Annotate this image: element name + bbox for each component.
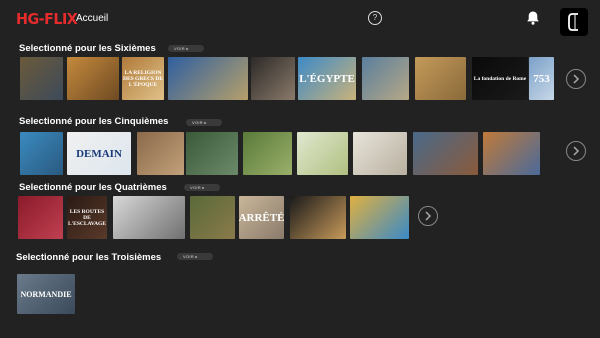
- profile-avatar-button[interactable]: [560, 8, 588, 36]
- voir-button-cinquiemes[interactable]: VOIR ▸: [186, 119, 222, 126]
- thumbnail-caption: LA RELIGION DES GRECS DE L'ÉPOQUE: [122, 69, 164, 88]
- video-thumbnail[interactable]: [350, 196, 409, 239]
- nav-home-link[interactable]: Accueil: [76, 13, 108, 24]
- row-title-cinquiemes: Selectionné pour les Cinquièmes: [19, 116, 169, 127]
- video-thumbnail[interactable]: [362, 57, 409, 100]
- video-thumbnail[interactable]: [483, 132, 540, 175]
- video-thumbnail[interactable]: DEMAIN: [67, 132, 131, 175]
- hgflix-logo[interactable]: HG-FLIX: [16, 10, 78, 28]
- video-thumbnail[interactable]: [251, 57, 295, 100]
- video-thumbnail[interactable]: [413, 132, 478, 175]
- thumbnail-caption: 753: [533, 72, 550, 85]
- video-thumbnail[interactable]: LES ROUTES DE L'ESCLAVAGE: [67, 196, 107, 239]
- top-bar: HG-FLIX Accueil ?: [0, 0, 600, 40]
- help-icon[interactable]: ?: [368, 11, 382, 25]
- video-thumbnail[interactable]: [67, 57, 119, 100]
- voir-button-troisiemes[interactable]: VOIR ▸: [177, 253, 213, 260]
- video-thumbnail[interactable]: [113, 196, 185, 239]
- thumbnail-caption: DEMAIN: [76, 147, 122, 160]
- bell-icon[interactable]: [525, 10, 541, 26]
- video-thumbnail[interactable]: [415, 57, 466, 100]
- video-thumbnail[interactable]: [186, 132, 238, 175]
- thumbnail-caption: La fondation de Rome: [473, 75, 527, 82]
- chevron-right-icon[interactable]: [566, 69, 586, 89]
- video-thumbnail[interactable]: [297, 132, 348, 175]
- video-thumbnail[interactable]: La fondation de Rome: [472, 57, 528, 100]
- video-thumbnail[interactable]: [168, 57, 248, 100]
- voir-button-quatriemes[interactable]: VOIR ▸: [184, 184, 220, 191]
- thumbnail-caption: L'ÉGYPTE: [299, 72, 355, 85]
- chevron-right-icon[interactable]: [418, 206, 438, 226]
- video-thumbnail[interactable]: L'ÉGYPTE: [298, 57, 356, 100]
- chevron-right-icon[interactable]: [566, 141, 586, 161]
- voir-button-sixiemes[interactable]: VOIR ▸: [168, 45, 204, 52]
- video-thumbnail[interactable]: LA RELIGION DES GRECS DE L'ÉPOQUE: [122, 57, 164, 100]
- channel-c-icon: [568, 13, 578, 31]
- thumbnail-caption: LES ROUTES DE L'ESCLAVAGE: [67, 208, 106, 227]
- video-thumbnail[interactable]: [137, 132, 184, 175]
- video-thumbnail[interactable]: [20, 57, 63, 100]
- thumbnail-caption: NORMANDIE: [20, 289, 72, 299]
- thumbnail-caption: ARRÊTÉ: [239, 211, 284, 224]
- video-thumbnail[interactable]: ARRÊTÉ: [239, 196, 284, 239]
- video-thumbnail[interactable]: [18, 196, 63, 239]
- video-thumbnail[interactable]: [243, 132, 292, 175]
- row-title-troisiemes: Selectionné pour les Troisièmes: [16, 252, 162, 263]
- video-thumbnail[interactable]: [290, 196, 346, 239]
- video-thumbnail[interactable]: [190, 196, 235, 239]
- video-thumbnail[interactable]: [353, 132, 407, 175]
- video-thumbnail[interactable]: 753: [529, 57, 554, 100]
- row-title-sixiemes: Selectionné pour les Sixièmes: [19, 43, 156, 54]
- row-title-quatriemes: Selectionné pour les Quatrièmes: [19, 182, 167, 193]
- video-thumbnail[interactable]: NORMANDIE: [17, 274, 75, 314]
- video-thumbnail[interactable]: [20, 132, 63, 175]
